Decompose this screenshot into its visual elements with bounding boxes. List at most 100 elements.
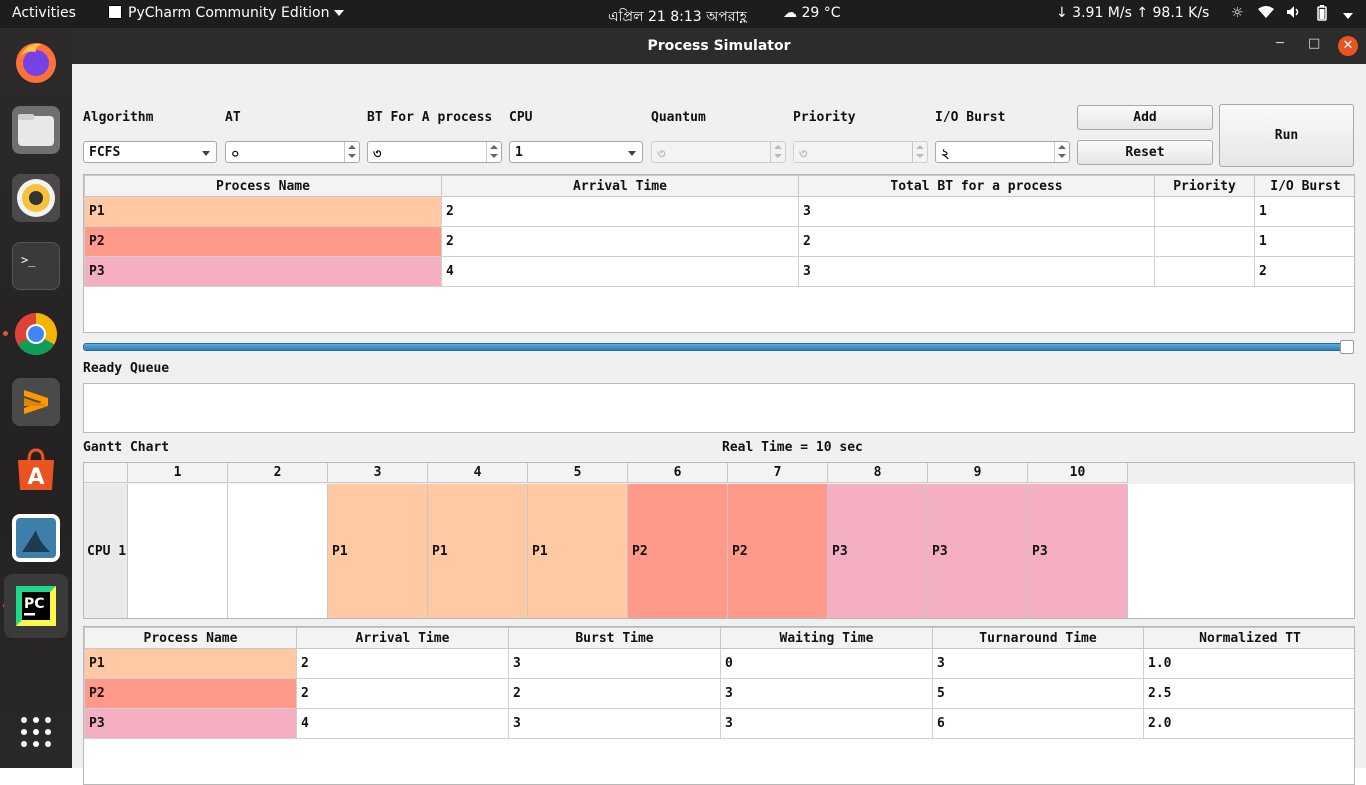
simulation-progress-bar[interactable] [83, 343, 1347, 351]
result-ntt-cell[interactable]: 2.0 [1143, 708, 1354, 739]
battery-icon[interactable] [1317, 5, 1327, 25]
result-turnaround-cell[interactable]: 3 [932, 648, 1144, 679]
process-name-header[interactable]: Process Name [84, 175, 442, 197]
gantt-time-header: 2 [228, 463, 328, 483]
gantt-cell[interactable]: P3 [828, 484, 928, 618]
process-name-cell[interactable]: P1 [84, 196, 442, 227]
weather-indicator[interactable]: ☁ 29 °C [783, 5, 841, 21]
table-row[interactable]: P2 2 2 1 [84, 226, 1354, 257]
sublime-text-icon[interactable] [12, 378, 60, 426]
result-process-name-header[interactable]: Process Name [84, 627, 297, 649]
priority-header[interactable]: Priority [1154, 175, 1255, 197]
chrome-icon[interactable] [12, 310, 60, 358]
result-ntt-cell[interactable]: 1.0 [1143, 648, 1354, 679]
bt-spinbox[interactable]: ৩ [367, 141, 502, 163]
close-icon[interactable]: ✕ [1338, 36, 1358, 56]
priority-cell[interactable] [1154, 256, 1255, 287]
cpu-select[interactable]: 1 [509, 141, 643, 163]
network-speed[interactable]: ↓ 3.91 M/s ↑ 98.1 K/s [1056, 5, 1209, 21]
result-burst-cell[interactable]: 3 [508, 648, 721, 679]
process-name-cell[interactable]: P2 [84, 226, 442, 257]
arrival-time-cell[interactable]: 4 [441, 256, 799, 287]
gantt-chart[interactable]: CPU 1 1 2 3 4 5 6 7 8 9 10 P1 P1 P1 P2 P… [83, 462, 1355, 619]
progress-slider-handle[interactable] [1340, 340, 1354, 354]
result-normalized-tt-header[interactable]: Normalized TT [1143, 627, 1354, 649]
table-row[interactable]: P1 2 3 0 3 1.0 [84, 648, 1354, 679]
gantt-cell[interactable]: P1 [328, 484, 428, 618]
gantt-cell[interactable]: P1 [428, 484, 528, 618]
terminal-icon[interactable]: >_ [12, 242, 60, 290]
result-waiting-cell[interactable]: 3 [720, 708, 933, 739]
io-burst-spinbox[interactable]: ২ [935, 141, 1070, 163]
bt-cell[interactable]: 2 [798, 226, 1155, 257]
process-table[interactable]: Process Name Arrival Time Total BT for a… [83, 174, 1355, 333]
table-row[interactable]: P2 2 2 3 5 2.5 [84, 678, 1354, 709]
volume-icon[interactable] [1286, 5, 1302, 23]
results-table[interactable]: Process Name Arrival Time Burst Time Wai… [83, 626, 1355, 785]
arrival-time-cell[interactable]: 2 [441, 226, 799, 257]
run-button[interactable]: Run [1219, 104, 1354, 167]
app-menu[interactable]: PyCharm Community Edition [108, 5, 345, 21]
bt-stepper[interactable] [486, 142, 501, 162]
bt-cell[interactable]: 3 [798, 196, 1155, 227]
table-row[interactable]: P1 2 3 1 [84, 196, 1354, 227]
at-stepper[interactable] [344, 142, 359, 162]
clock[interactable]: এপ্রিল 21 8:13 অপরাহ্ণ [608, 5, 747, 29]
table-row[interactable]: P3 4 3 2 [84, 256, 1354, 287]
activities-button[interactable]: Activities [12, 5, 76, 21]
ubuntu-software-icon[interactable]: A [12, 446, 60, 494]
io-burst-cell[interactable]: 2 [1254, 256, 1354, 287]
io-burst-cell[interactable]: 1 [1254, 196, 1354, 227]
result-burst-cell[interactable]: 2 [508, 678, 721, 709]
io-burst-stepper[interactable] [1054, 142, 1069, 162]
algorithm-select[interactable]: FCFS [83, 141, 217, 163]
result-burst-time-header[interactable]: Burst Time [508, 627, 721, 649]
result-arrival-cell[interactable]: 4 [296, 708, 509, 739]
result-process-name-cell[interactable]: P2 [84, 678, 297, 709]
files-icon[interactable] [12, 106, 60, 154]
gantt-cell[interactable]: P3 [1028, 484, 1128, 618]
firefox-icon[interactable] [12, 38, 60, 86]
rhythmbox-icon[interactable] [12, 174, 60, 222]
arrival-time-header[interactable]: Arrival Time [441, 175, 799, 197]
bt-cell[interactable]: 3 [798, 256, 1155, 287]
result-process-name-cell[interactable]: P1 [84, 648, 297, 679]
pycharm-icon[interactable]: PC [12, 582, 60, 630]
arrival-time-cell[interactable]: 2 [441, 196, 799, 227]
result-turnaround-cell[interactable]: 5 [932, 678, 1144, 709]
result-waiting-cell[interactable]: 3 [720, 678, 933, 709]
result-arrival-cell[interactable]: 2 [296, 648, 509, 679]
io-burst-cell[interactable]: 1 [1254, 226, 1354, 257]
wifi-icon[interactable] [1258, 5, 1274, 23]
minimize-icon[interactable]: ─ [1276, 36, 1284, 51]
result-turnaround-time-header[interactable]: Turnaround Time [932, 627, 1144, 649]
show-applications-icon[interactable] [12, 708, 60, 756]
gantt-cell[interactable]: P3 [928, 484, 1028, 618]
result-process-name-cell[interactable]: P3 [84, 708, 297, 739]
at-spinbox[interactable]: ০ [225, 141, 360, 163]
table-row[interactable]: P3 4 3 3 6 2.0 [84, 708, 1354, 739]
gantt-cell[interactable] [228, 484, 328, 618]
priority-cell[interactable] [1154, 196, 1255, 227]
result-waiting-time-header[interactable]: Waiting Time [720, 627, 933, 649]
add-button[interactable]: Add [1077, 105, 1213, 130]
process-name-cell[interactable]: P3 [84, 256, 442, 287]
priority-cell[interactable] [1154, 226, 1255, 257]
result-ntt-cell[interactable]: 2.5 [1143, 678, 1354, 709]
io-burst-header[interactable]: I/O Burst [1254, 175, 1354, 197]
system-menu-chevron-icon[interactable] [1343, 8, 1353, 24]
maximize-icon[interactable]: □ [1308, 36, 1320, 51]
result-turnaround-cell[interactable]: 6 [932, 708, 1144, 739]
total-bt-header[interactable]: Total BT for a process [798, 175, 1155, 197]
result-burst-cell[interactable]: 3 [508, 708, 721, 739]
gantt-cell[interactable] [128, 484, 228, 618]
reset-button[interactable]: Reset [1077, 140, 1213, 165]
gantt-cell[interactable]: P1 [528, 484, 628, 618]
shotwell-icon[interactable] [12, 514, 60, 562]
brightness-icon[interactable]: ☼ [1231, 5, 1244, 21]
gantt-cell[interactable]: P2 [628, 484, 728, 618]
result-waiting-cell[interactable]: 0 [720, 648, 933, 679]
result-arrival-time-header[interactable]: Arrival Time [296, 627, 509, 649]
gantt-cell[interactable]: P2 [728, 484, 828, 618]
result-arrival-cell[interactable]: 2 [296, 678, 509, 709]
